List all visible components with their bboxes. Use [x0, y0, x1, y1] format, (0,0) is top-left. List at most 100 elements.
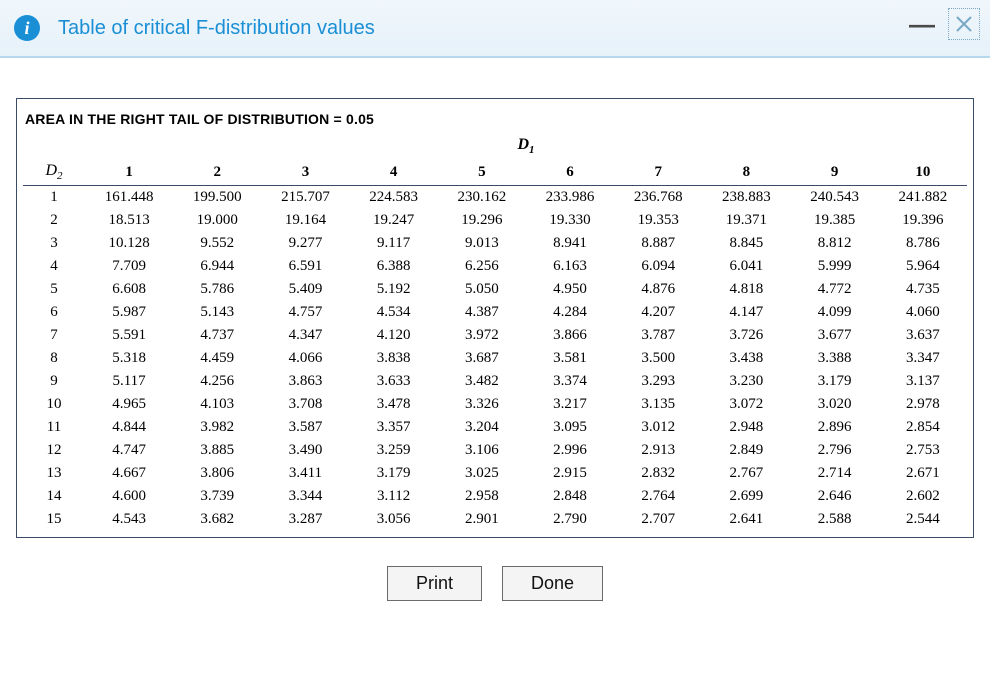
- table-row: 124.7473.8853.4903.2593.1062.9962.9132.8…: [23, 439, 967, 462]
- cell: 8.812: [791, 232, 879, 255]
- table-row: 1161.448199.500215.707224.583230.162233.…: [23, 186, 967, 210]
- cell: 19.385: [791, 209, 879, 232]
- cell: 3.259: [350, 439, 438, 462]
- cell: 9.277: [261, 232, 349, 255]
- cell: 3.687: [438, 347, 526, 370]
- cell: 3.230: [702, 370, 790, 393]
- cell: 3.287: [261, 508, 349, 531]
- table-frame: AREA IN THE RIGHT TAIL OF DISTRIBUTION =…: [16, 98, 974, 538]
- minimize-button[interactable]: —: [910, 12, 934, 36]
- print-button[interactable]: Print: [387, 566, 482, 601]
- cell: 5.117: [85, 370, 173, 393]
- cell: 3.982: [173, 416, 261, 439]
- row-d2-label: 2: [23, 209, 85, 232]
- cell: 2.671: [879, 462, 967, 485]
- cell: 3.633: [350, 370, 438, 393]
- info-icon: i: [14, 15, 40, 41]
- cell: 2.767: [702, 462, 790, 485]
- cell: 19.164: [261, 209, 349, 232]
- cell: 3.787: [614, 324, 702, 347]
- cell: 3.179: [350, 462, 438, 485]
- cell: 2.948: [702, 416, 790, 439]
- cell: 3.478: [350, 393, 438, 416]
- cell: 3.357: [350, 416, 438, 439]
- cell: 3.012: [614, 416, 702, 439]
- cell: 3.726: [702, 324, 790, 347]
- cell: 4.103: [173, 393, 261, 416]
- cell: 3.344: [261, 485, 349, 508]
- col-header: 9: [791, 159, 879, 186]
- cell: 3.347: [879, 347, 967, 370]
- cell: 2.646: [791, 485, 879, 508]
- cell: 2.915: [526, 462, 614, 485]
- cell: 3.217: [526, 393, 614, 416]
- f-table: D1 D2 12345678910 1161.448199.500215.707…: [23, 133, 967, 531]
- cell: 3.112: [350, 485, 438, 508]
- cell: 6.944: [173, 255, 261, 278]
- cell: 3.637: [879, 324, 967, 347]
- col-header: 1: [85, 159, 173, 186]
- cell: 3.677: [791, 324, 879, 347]
- cell: 4.844: [85, 416, 173, 439]
- cell: 3.056: [350, 508, 438, 531]
- d2-text: D2: [45, 162, 62, 179]
- cell: 19.000: [173, 209, 261, 232]
- cell: 4.747: [85, 439, 173, 462]
- cell: 2.896: [791, 416, 879, 439]
- cell: 2.764: [614, 485, 702, 508]
- cell: 19.371: [702, 209, 790, 232]
- cell: 8.941: [526, 232, 614, 255]
- cell: 2.602: [879, 485, 967, 508]
- close-button[interactable]: [948, 8, 980, 40]
- row-d2-label: 10: [23, 393, 85, 416]
- cell: 3.739: [173, 485, 261, 508]
- cell: 3.838: [350, 347, 438, 370]
- cell: 4.667: [85, 462, 173, 485]
- done-button[interactable]: Done: [502, 566, 603, 601]
- cell: 3.806: [173, 462, 261, 485]
- row-d2-label: 1: [23, 186, 85, 210]
- table-row: 310.1289.5529.2779.1179.0138.9418.8878.8…: [23, 232, 967, 255]
- cell: 4.256: [173, 370, 261, 393]
- row-d2-label: 9: [23, 370, 85, 393]
- cell: 19.353: [614, 209, 702, 232]
- cell: 240.543: [791, 186, 879, 210]
- cell: 3.581: [526, 347, 614, 370]
- row-d2-label: 12: [23, 439, 85, 462]
- cell: 6.388: [350, 255, 438, 278]
- cell: 199.500: [173, 186, 261, 210]
- cell: 5.192: [350, 278, 438, 301]
- row-d2-label: 4: [23, 255, 85, 278]
- table-row: 154.5433.6823.2873.0562.9012.7902.7072.6…: [23, 508, 967, 531]
- col-header: 8: [702, 159, 790, 186]
- table-row: 144.6003.7393.3443.1122.9582.8482.7642.6…: [23, 485, 967, 508]
- table-row: 134.6673.8063.4113.1793.0252.9152.8322.7…: [23, 462, 967, 485]
- cell: 19.330: [526, 209, 614, 232]
- cell: 3.885: [173, 439, 261, 462]
- cell: 5.999: [791, 255, 879, 278]
- cell: 2.848: [526, 485, 614, 508]
- cell: 19.296: [438, 209, 526, 232]
- cell: 4.600: [85, 485, 173, 508]
- cell: 6.256: [438, 255, 526, 278]
- table-row: 75.5914.7374.3474.1203.9723.8663.7873.72…: [23, 324, 967, 347]
- cell: 4.060: [879, 301, 967, 324]
- cell: 6.608: [85, 278, 173, 301]
- cell: 5.786: [173, 278, 261, 301]
- cell: 4.387: [438, 301, 526, 324]
- cell: 3.135: [614, 393, 702, 416]
- cell: 3.708: [261, 393, 349, 416]
- cell: 224.583: [350, 186, 438, 210]
- cell: 9.013: [438, 232, 526, 255]
- cell: 3.587: [261, 416, 349, 439]
- cell: 3.137: [879, 370, 967, 393]
- cell: 4.147: [702, 301, 790, 324]
- cell: 215.707: [261, 186, 349, 210]
- row-d2-label: 15: [23, 508, 85, 531]
- table-row: 218.51319.00019.16419.24719.29619.33019.…: [23, 209, 967, 232]
- cell: 4.099: [791, 301, 879, 324]
- cell: 2.790: [526, 508, 614, 531]
- button-row: Print Done: [16, 566, 974, 601]
- d1-text: D1: [517, 136, 534, 153]
- cell: 5.964: [879, 255, 967, 278]
